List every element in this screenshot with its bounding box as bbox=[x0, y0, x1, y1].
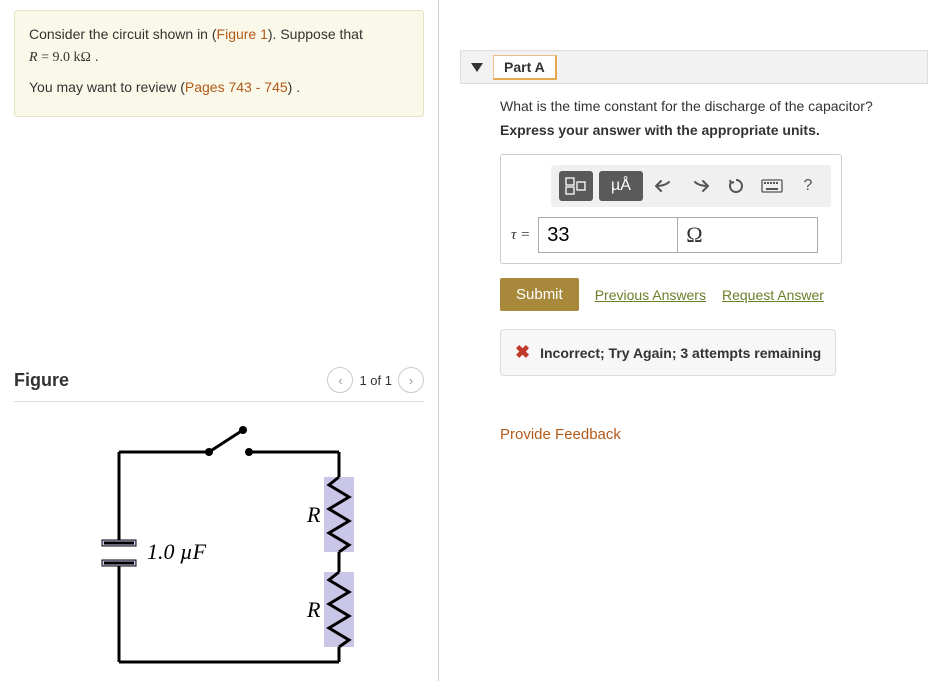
value-input[interactable] bbox=[538, 217, 678, 253]
reset-button[interactable] bbox=[721, 171, 751, 201]
text: = 9.0 bbox=[38, 50, 74, 65]
figure-header: Figure ‹ 1 of 1 › bbox=[14, 367, 424, 402]
feedback-box: ✖ Incorrect; Try Again; 3 attempts remai… bbox=[500, 329, 836, 376]
figure-link[interactable]: Figure 1 bbox=[217, 26, 268, 42]
formula-toolbar: µÅ ? bbox=[551, 165, 831, 207]
resistor-label-bottom: R bbox=[306, 597, 321, 622]
text: You may want to review ( bbox=[29, 79, 185, 95]
capacitor-label: 1.0 µF bbox=[147, 539, 207, 564]
var-r: R bbox=[29, 50, 38, 65]
text: ). Suppose that bbox=[268, 26, 363, 42]
column-divider bbox=[438, 0, 439, 681]
submit-button[interactable]: Submit bbox=[500, 278, 579, 311]
figure-title: Figure bbox=[14, 370, 69, 391]
part-collapse-toggle[interactable] bbox=[471, 63, 483, 72]
answer-panel: µÅ ? τ = bbox=[500, 154, 842, 264]
figure-next-button[interactable]: › bbox=[398, 367, 424, 393]
part-label: Part A bbox=[493, 55, 557, 80]
pages-link[interactable]: Pages 743 - 745 bbox=[185, 79, 288, 95]
incorrect-icon: ✖ bbox=[515, 342, 530, 363]
figure-counter: 1 of 1 bbox=[359, 373, 392, 388]
redo-button[interactable] bbox=[685, 171, 715, 201]
problem-statement: Consider the circuit shown in (Figure 1)… bbox=[14, 10, 424, 117]
undo-button[interactable] bbox=[649, 171, 679, 201]
text: kΩ bbox=[73, 50, 90, 65]
text: ) . bbox=[288, 79, 300, 95]
help-button[interactable]: ? bbox=[793, 171, 823, 201]
request-answer-link[interactable]: Request Answer bbox=[722, 287, 824, 303]
tau-label: τ = bbox=[511, 227, 538, 244]
feedback-message: Incorrect; Try Again; 3 attempts remaini… bbox=[540, 345, 821, 361]
units-button[interactable]: µÅ bbox=[599, 171, 643, 201]
provide-feedback-link[interactable]: Provide Feedback bbox=[500, 426, 918, 443]
unit-input[interactable]: Ω bbox=[678, 217, 818, 253]
circuit-diagram: 1.0 µF R R bbox=[14, 422, 424, 682]
question-text: What is the time constant for the discha… bbox=[500, 98, 918, 114]
keyboard-button[interactable] bbox=[757, 171, 787, 201]
resistor-label-top: R bbox=[306, 502, 321, 527]
figure-prev-button[interactable]: ‹ bbox=[327, 367, 353, 393]
text: . bbox=[91, 48, 99, 64]
text: Consider the circuit shown in ( bbox=[29, 26, 217, 42]
previous-answers-link[interactable]: Previous Answers bbox=[595, 287, 706, 303]
instruction-text: Express your answer with the appropriate… bbox=[500, 122, 918, 138]
templates-button[interactable] bbox=[559, 171, 593, 201]
